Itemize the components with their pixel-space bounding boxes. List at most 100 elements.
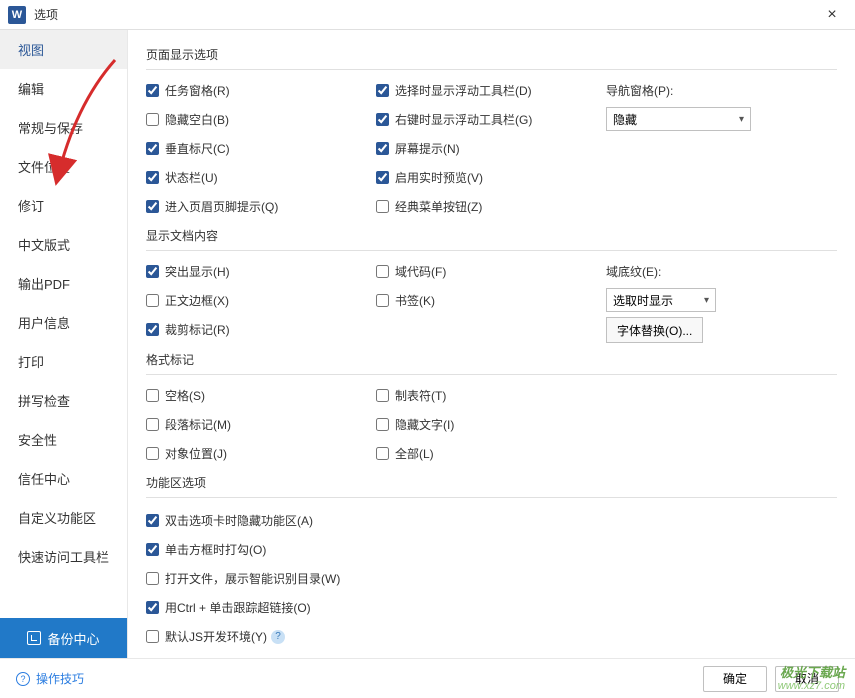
ribbon-opt-1[interactable]: 单击方框时打勾(O) bbox=[146, 535, 837, 564]
section-title-doc-content: 显示文档内容 bbox=[146, 223, 837, 248]
page-display-mid-3-input[interactable] bbox=[376, 171, 389, 184]
doc-content-mid-1[interactable]: 书签(K) bbox=[376, 288, 606, 313]
sidebar-item-1[interactable]: 编辑 bbox=[0, 69, 127, 108]
page-display-left-4[interactable]: 进入页眉页脚提示(Q) bbox=[146, 194, 376, 219]
page-display-mid-0-input[interactable] bbox=[376, 84, 389, 97]
doc-content-mid-0-input[interactable] bbox=[376, 265, 389, 278]
doc-content-left-2-input[interactable] bbox=[146, 323, 159, 336]
ribbon-opt-2-input[interactable] bbox=[146, 572, 159, 585]
page-display-mid-0[interactable]: 选择时显示浮动工具栏(D) bbox=[376, 78, 606, 103]
format-mid-2[interactable]: 全部(L) bbox=[376, 441, 606, 466]
doc-content-left-0[interactable]: 突出显示(H) bbox=[146, 259, 376, 284]
format-mid-0[interactable]: 制表符(T) bbox=[376, 383, 606, 408]
page-display-left-3[interactable]: 状态栏(U) bbox=[146, 165, 376, 190]
format-left-1-input[interactable] bbox=[146, 418, 159, 431]
doc-content-mid-1-input[interactable] bbox=[376, 294, 389, 307]
ribbon-opt-3[interactable]: 用Ctrl + 单击跟踪超链接(O) bbox=[146, 593, 837, 622]
page-display-mid-1[interactable]: 右键时显示浮动工具栏(G) bbox=[376, 107, 606, 132]
font-substitute-button[interactable]: 字体替换(O)... bbox=[606, 317, 703, 343]
cancel-button[interactable]: 取消 bbox=[775, 666, 839, 692]
page-display-mid-2-label: 屏幕提示(N) bbox=[395, 140, 460, 157]
nav-pane-label: 导航窗格(P): bbox=[606, 78, 837, 103]
format-left-2-label: 对象位置(J) bbox=[165, 445, 227, 462]
page-display-left-2-input[interactable] bbox=[146, 142, 159, 155]
format-left-0-input[interactable] bbox=[146, 389, 159, 402]
app-icon: W bbox=[8, 6, 26, 24]
section-title-page-display: 页面显示选项 bbox=[146, 42, 837, 67]
sidebar-item-8[interactable]: 打印 bbox=[0, 342, 127, 381]
backup-label: 备份中心 bbox=[47, 629, 99, 648]
divider bbox=[146, 69, 837, 70]
doc-content-left-0-input[interactable] bbox=[146, 265, 159, 278]
field-shading-select[interactable]: 选取时显示 bbox=[606, 288, 716, 312]
format-mid-1[interactable]: 隐藏文字(I) bbox=[376, 412, 606, 437]
ribbon-opt-4[interactable]: 默认JS开发环境(Y)? bbox=[146, 622, 837, 651]
page-display-mid-2[interactable]: 屏幕提示(N) bbox=[376, 136, 606, 161]
doc-content-left-2[interactable]: 裁剪标记(R) bbox=[146, 317, 376, 342]
tips-label: 操作技巧 bbox=[36, 670, 84, 687]
sidebar-item-12[interactable]: 自定义功能区 bbox=[0, 498, 127, 537]
format-left-1[interactable]: 段落标记(M) bbox=[146, 412, 376, 437]
section-title-ribbon: 功能区选项 bbox=[146, 470, 837, 495]
divider bbox=[146, 374, 837, 375]
ribbon-opt-0[interactable]: 双击选项卡时隐藏功能区(A) bbox=[146, 506, 837, 535]
ribbon-opt-2[interactable]: 打开文件，展示智能识别目录(W) bbox=[146, 564, 837, 593]
titlebar: W 选项 × bbox=[0, 0, 855, 30]
page-display-mid-1-input[interactable] bbox=[376, 113, 389, 126]
sidebar-item-2[interactable]: 常规与保存 bbox=[0, 108, 127, 147]
close-button[interactable]: × bbox=[817, 6, 847, 24]
ribbon-opt-0-label: 双击选项卡时隐藏功能区(A) bbox=[165, 512, 313, 529]
doc-content-left-1-input[interactable] bbox=[146, 294, 159, 307]
sidebar-item-6[interactable]: 输出PDF bbox=[0, 264, 127, 303]
doc-content-left-1[interactable]: 正文边框(X) bbox=[146, 288, 376, 313]
page-display-left-1[interactable]: 隐藏空白(B) bbox=[146, 107, 376, 132]
sidebar-item-11[interactable]: 信任中心 bbox=[0, 459, 127, 498]
page-display-left-0[interactable]: 任务窗格(R) bbox=[146, 78, 376, 103]
sidebar-item-13[interactable]: 快速访问工具栏 bbox=[0, 537, 127, 576]
format-mid-1-input[interactable] bbox=[376, 418, 389, 431]
page-display-left-3-input[interactable] bbox=[146, 171, 159, 184]
format-left-2-input[interactable] bbox=[146, 447, 159, 460]
format-mid-0-input[interactable] bbox=[376, 389, 389, 402]
format-left-0-label: 空格(S) bbox=[165, 387, 205, 404]
footer: ? 操作技巧 确定 取消 bbox=[0, 658, 855, 698]
ribbon-opt-3-label: 用Ctrl + 单击跟踪超链接(O) bbox=[165, 599, 311, 616]
page-display-mid-4[interactable]: 经典菜单按钮(Z) bbox=[376, 194, 606, 219]
sidebar-item-10[interactable]: 安全性 bbox=[0, 420, 127, 459]
format-mid-0-label: 制表符(T) bbox=[395, 387, 446, 404]
ribbon-opt-3-input[interactable] bbox=[146, 601, 159, 614]
doc-content-left-0-label: 突出显示(H) bbox=[165, 263, 230, 280]
ribbon-opt-0-input[interactable] bbox=[146, 514, 159, 527]
sidebar-item-3[interactable]: 文件位置 bbox=[0, 147, 127, 186]
sidebar-item-7[interactable]: 用户信息 bbox=[0, 303, 127, 342]
doc-content-mid-0[interactable]: 域代码(F) bbox=[376, 259, 606, 284]
page-display-left-3-label: 状态栏(U) bbox=[165, 169, 218, 186]
ok-button[interactable]: 确定 bbox=[703, 666, 767, 692]
window-title: 选项 bbox=[34, 6, 817, 23]
sidebar-item-5[interactable]: 中文版式 bbox=[0, 225, 127, 264]
ribbon-opt-4-input[interactable] bbox=[146, 630, 159, 643]
format-left-0[interactable]: 空格(S) bbox=[146, 383, 376, 408]
page-display-left-0-input[interactable] bbox=[146, 84, 159, 97]
page-display-left-4-input[interactable] bbox=[146, 200, 159, 213]
tips-icon: ? bbox=[16, 672, 30, 686]
page-display-mid-3[interactable]: 启用实时预览(V) bbox=[376, 165, 606, 190]
nav-pane-select[interactable]: 隐藏 bbox=[606, 107, 751, 131]
tips-link[interactable]: ? 操作技巧 bbox=[16, 670, 84, 687]
page-display-left-1-label: 隐藏空白(B) bbox=[165, 111, 229, 128]
page-display-left-2[interactable]: 垂直标尺(C) bbox=[146, 136, 376, 161]
sidebar: 视图编辑常规与保存文件位置修订中文版式输出PDF用户信息打印拼写检查安全性信任中… bbox=[0, 30, 128, 658]
ribbon-opt-2-label: 打开文件，展示智能识别目录(W) bbox=[165, 570, 340, 587]
page-display-mid-2-input[interactable] bbox=[376, 142, 389, 155]
page-display-mid-4-input[interactable] bbox=[376, 200, 389, 213]
page-display-left-1-input[interactable] bbox=[146, 113, 159, 126]
sidebar-item-0[interactable]: 视图 bbox=[0, 30, 127, 69]
help-icon[interactable]: ? bbox=[271, 630, 285, 644]
format-mid-2-input[interactable] bbox=[376, 447, 389, 460]
sidebar-item-4[interactable]: 修订 bbox=[0, 186, 127, 225]
ribbon-opt-1-input[interactable] bbox=[146, 543, 159, 556]
doc-content-mid-0-label: 域代码(F) bbox=[395, 263, 446, 280]
backup-center-button[interactable]: 备份中心 bbox=[0, 618, 127, 658]
sidebar-item-9[interactable]: 拼写检查 bbox=[0, 381, 127, 420]
format-left-2[interactable]: 对象位置(J) bbox=[146, 441, 376, 466]
